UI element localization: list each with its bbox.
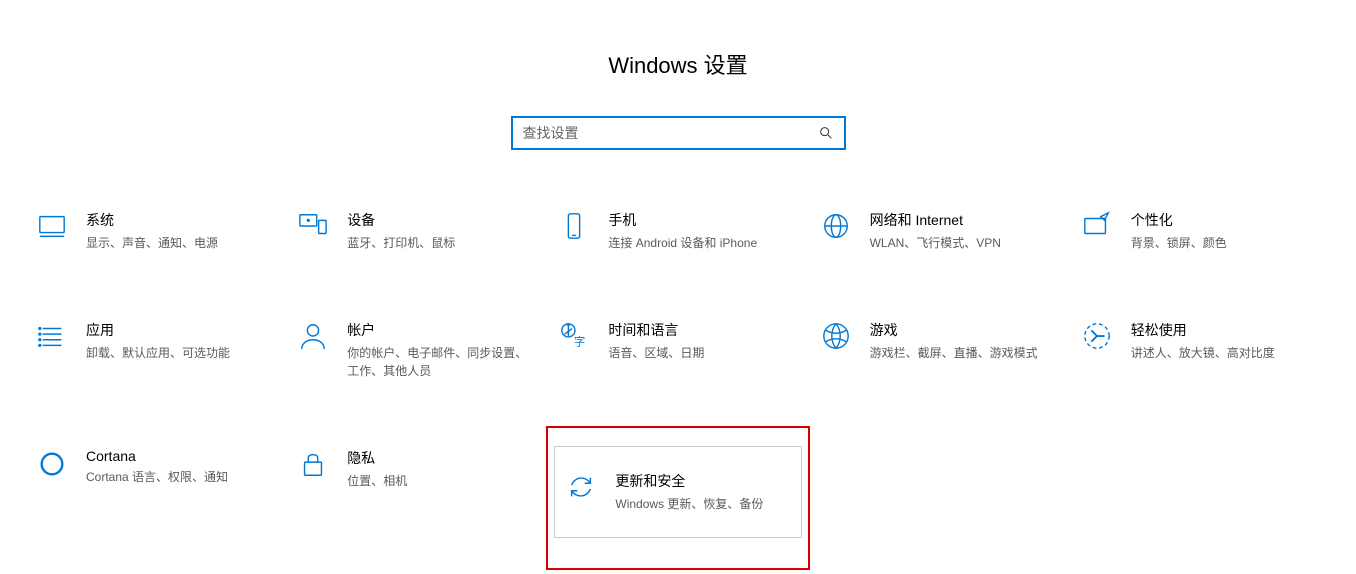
tile-ease-of-access[interactable]: 轻松使用 讲述人、放大镜、高对比度	[1075, 316, 1326, 384]
empty-cell	[814, 444, 1065, 540]
search-box[interactable]	[511, 116, 846, 150]
search-input[interactable]	[523, 125, 818, 141]
tile-gaming[interactable]: 游戏 游戏栏、截屏、直播、游戏模式	[814, 316, 1065, 384]
highlight-update-security: 更新和安全 Windows 更新、恢复、备份	[546, 426, 809, 570]
tile-desc: 语音、区域、日期	[608, 344, 788, 362]
tile-accounts[interactable]: 帐户 你的帐户、电子邮件、同步设置、工作、其他人员	[291, 316, 542, 384]
tile-title: 隐私	[347, 448, 536, 468]
tile-devices[interactable]: 设备 蓝牙、打印机、鼠标	[291, 206, 542, 256]
settings-grid: 系统 显示、声音、通知、电源 设备 蓝牙、打印机、鼠标 手机 连接 Androi…	[0, 206, 1356, 540]
tile-title: 网络和 Internet	[870, 210, 1059, 230]
tile-title: 系统	[86, 210, 275, 230]
search-container	[0, 116, 1356, 150]
network-icon	[820, 210, 852, 242]
ease-icon	[1081, 320, 1113, 352]
tile-time-language[interactable]: 字 时间和语言 语音、区域、日期	[552, 316, 803, 384]
page-title: Windows 设置	[0, 48, 1356, 80]
phone-icon	[558, 210, 590, 242]
tile-title: 个性化	[1131, 210, 1320, 230]
tile-desc: 卸载、默认应用、可选功能	[86, 344, 266, 362]
tile-title: 设备	[347, 210, 536, 230]
tile-desc: 蓝牙、打印机、鼠标	[347, 234, 527, 252]
tile-apps[interactable]: 应用 卸载、默认应用、可选功能	[30, 316, 281, 384]
tile-title: 应用	[86, 320, 275, 340]
personalization-icon	[1081, 210, 1113, 242]
tile-title: 游戏	[870, 320, 1059, 340]
accounts-icon	[297, 320, 329, 352]
header: Windows 设置	[0, 0, 1356, 150]
time-language-icon: 字	[558, 320, 590, 352]
tile-personalization[interactable]: 个性化 背景、锁屏、颜色	[1075, 206, 1326, 256]
tile-title: 帐户	[347, 320, 536, 340]
search-icon	[818, 125, 834, 141]
tile-network[interactable]: 网络和 Internet WLAN、飞行模式、VPN	[814, 206, 1065, 256]
gaming-icon	[820, 320, 852, 352]
tile-desc: 显示、声音、通知、电源	[86, 234, 266, 252]
cortana-icon	[36, 448, 68, 480]
tile-desc: Cortana 语言、权限、通知	[86, 468, 266, 486]
empty-cell	[1075, 444, 1326, 540]
tile-desc: 连接 Android 设备和 iPhone	[608, 234, 788, 252]
tile-update-security[interactable]: 更新和安全 Windows 更新、恢复、备份	[554, 446, 801, 538]
tile-cortana[interactable]: Cortana Cortana 语言、权限、通知	[30, 444, 281, 540]
tile-desc: 游戏栏、截屏、直播、游戏模式	[870, 344, 1050, 362]
tile-title: 手机	[608, 210, 797, 230]
update-icon	[565, 471, 597, 503]
tile-title: 时间和语言	[608, 320, 797, 340]
tile-system[interactable]: 系统 显示、声音、通知、电源	[30, 206, 281, 256]
tile-desc: 位置、相机	[347, 472, 527, 490]
tile-title: 轻松使用	[1131, 320, 1320, 340]
tile-privacy[interactable]: 隐私 位置、相机	[291, 444, 542, 540]
tile-title: Cortana	[86, 448, 275, 464]
system-icon	[36, 210, 68, 242]
svg-text:字: 字	[574, 334, 585, 348]
tile-title: 更新和安全	[615, 471, 790, 491]
tile-desc: 背景、锁屏、颜色	[1131, 234, 1311, 252]
tile-desc: 讲述人、放大镜、高对比度	[1131, 344, 1311, 362]
privacy-icon	[297, 448, 329, 480]
tile-desc: Windows 更新、恢复、备份	[615, 495, 790, 513]
apps-icon	[36, 320, 68, 352]
tile-desc: 你的帐户、电子邮件、同步设置、工作、其他人员	[347, 344, 527, 380]
devices-icon	[297, 210, 329, 242]
tile-phone[interactable]: 手机 连接 Android 设备和 iPhone	[552, 206, 803, 256]
tile-desc: WLAN、飞行模式、VPN	[870, 234, 1050, 252]
